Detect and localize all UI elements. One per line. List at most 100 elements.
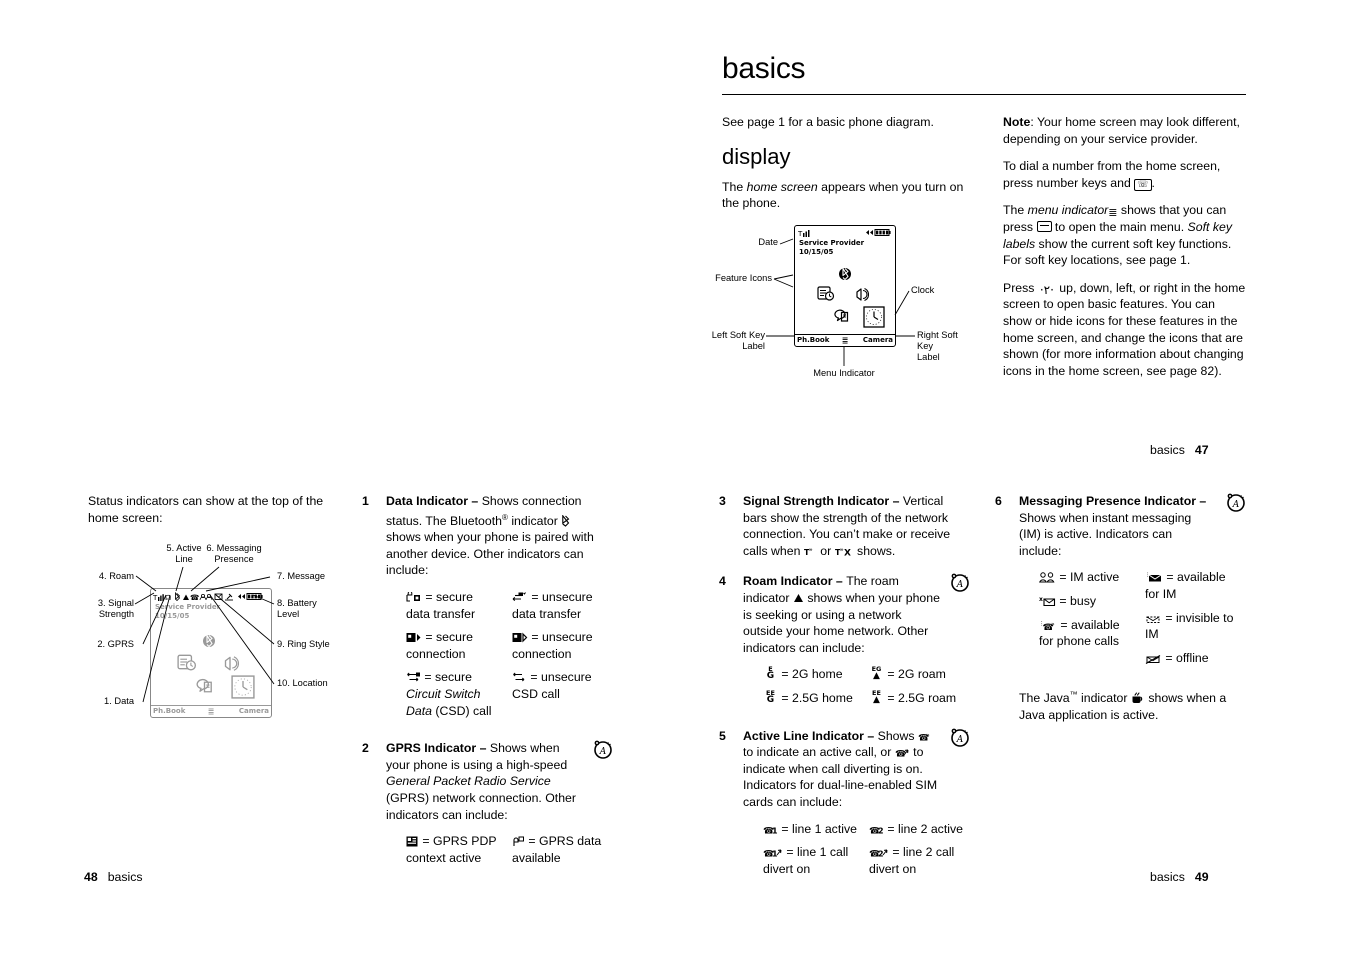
key-label: = secure	[424, 670, 472, 685]
key-gprs-data-available: = GPRS data available	[512, 833, 606, 866]
item-dash: –	[1196, 494, 1207, 508]
home-screen-term: home screen	[746, 179, 818, 194]
menu-text-d: show the current soft key functions. For…	[1003, 236, 1232, 268]
unsecure-data-transfer-icon	[512, 590, 528, 604]
indicator-item-5: 5 A Active Line Indicator – Shows ☎» to …	[719, 728, 969, 885]
indicator-key-list-6: = IM active x = busy ⋮ ☎» = available for…	[1019, 569, 1239, 673]
offline-icon	[1145, 651, 1162, 665]
item-dash: –	[468, 494, 482, 508]
item-number: 3	[719, 494, 726, 508]
key-line-1-active: ☎ 1 = line 1 active	[763, 821, 857, 838]
page-title: basics	[722, 52, 806, 85]
java-text-b: indicator	[1077, 691, 1131, 706]
callout-9-ring-style: 9. Ring Style	[277, 639, 330, 650]
key-unsecure-data-transfer: = unsecure data transfer	[512, 589, 606, 622]
available-for-im-icon: ⋮	[1145, 570, 1163, 584]
item-body: Roam Indicator – The roam indicator show…	[743, 573, 963, 656]
key-25g-roam: ΕΕ ▲ = 2.5G roam	[869, 690, 963, 707]
roam-triangle-icon	[793, 591, 804, 605]
page-47-column-left: See page 1 for a basic phone diagram. di…	[712, 114, 966, 390]
dial-text-a: To dial a number from the home screen, p…	[1003, 159, 1221, 190]
item-text-b: or	[816, 543, 835, 558]
item-text-b: indicator	[507, 513, 562, 528]
menu-indicator-glyph: ≣	[1108, 206, 1118, 220]
item-text-b: to indicate an active call, or	[743, 745, 895, 760]
callout-10-location: 10. Location	[277, 678, 328, 689]
key-available-for-im: ⋮ = available for IM	[1145, 569, 1239, 602]
callout-6-messaging: 6. Messaging Presence	[206, 543, 262, 565]
key-label: = GPRS PDP context active	[406, 834, 497, 865]
callout-7-message: 7. Message	[277, 571, 326, 582]
item-body: Active Line Indicator – Shows ☎» to indi…	[743, 728, 963, 811]
bluetooth-glyph-icon	[561, 513, 570, 528]
intro-paragraph: See page 1 for a basic phone diagram.	[722, 115, 934, 129]
key-column-right: ☎ 2 = line 2 active ☎ 2 = line 2 call dive…	[869, 821, 963, 885]
secure-csd-call-icon	[406, 670, 421, 684]
key-column-right: ⋮ = available for IM = invisible to IM =…	[1145, 569, 1239, 673]
status-indicator-diagram: T ☊ ☎ Service Provider 10/15/05 Ph.Book …	[88, 543, 332, 724]
svg-text:1: 1	[772, 826, 778, 835]
gprs-data-available-icon	[512, 834, 525, 848]
item-title: Active Line Indicator	[743, 728, 864, 743]
key-offline: = offline	[1145, 650, 1239, 667]
unsecure-connection-icon	[512, 630, 528, 644]
menu-text-c: to open the main menu.	[1051, 219, 1188, 234]
svg-text:A: A	[599, 747, 607, 757]
call-divert-icon: ☎	[895, 745, 910, 760]
line-2-active-icon: ☎ 2	[869, 822, 884, 836]
25g-home-icon: ΕΕ G	[766, 688, 775, 705]
key-label: = 2G roam	[887, 667, 946, 682]
key-2g-home: ΕG = 2G home	[763, 666, 857, 683]
active-call-icon: ☎»	[918, 729, 932, 744]
key-busy: x = busy	[1039, 593, 1133, 610]
invisible-to-im-icon	[1145, 611, 1162, 625]
note-paragraph: Note: Your home screen may look differen…	[1003, 114, 1246, 147]
key-invisible-to-im: = invisible to IM	[1145, 610, 1239, 643]
indicator-list-column-3: 3 Signal Strength Indicator – Vertical b…	[719, 493, 969, 898]
item-body: Messaging Presence Indicator – Shows when…	[1019, 493, 1239, 559]
gprs-pdp-context-icon	[406, 834, 419, 848]
item-text-a: Shows when instant messaging (IM) is act…	[1019, 510, 1192, 558]
key-label: = offline	[1165, 650, 1209, 665]
key-secure-data-transfer: = secure data transfer	[406, 589, 500, 622]
folio-page-49: basics 49	[1140, 870, 1209, 884]
key-unsecure-connection: = unsecure connection	[512, 629, 606, 662]
callout-2-gprs: 2. GPRS	[97, 639, 134, 650]
item-dash: –	[863, 728, 878, 743]
key-column-left: = secure data transfer = secure connecti…	[406, 589, 500, 722]
java-coffee-cup-icon	[1131, 691, 1145, 705]
svg-text:2: 2	[878, 826, 884, 835]
navigation-paragraph: Press ·۲· up, down, left, or right in th…	[1003, 280, 1246, 380]
key-secure-csd-call: = secure Circuit Switch Data (CSD) call	[406, 669, 500, 719]
key-label: = line 2 active	[887, 821, 963, 836]
note-label: Note	[1003, 115, 1031, 129]
item-body: Data Indicator – Shows connection status…	[386, 493, 606, 579]
25g-roam-icon: ΕΕ ▲	[872, 688, 881, 705]
annotation-marker-icon: A	[1225, 491, 1247, 513]
item-title: GPRS Indicator	[386, 741, 477, 756]
item-title: Messaging Presence Indicator	[1019, 494, 1197, 508]
callout-3-signal-strength: 3. Signal Strength	[97, 598, 134, 620]
page-47-columns: See page 1 for a basic phone diagram. di…	[712, 114, 1246, 390]
key-line-1-divert: ☎ 1 = line 1 call divert on	[763, 844, 857, 877]
item-dash: –	[832, 574, 847, 589]
callout-8-battery-level: 8. Battery Level	[277, 598, 317, 620]
diagram-label-date: Date	[758, 236, 778, 247]
item-number: 4	[719, 574, 726, 589]
java-indicator-paragraph: The Java™ indicator shows when a Java ap…	[1019, 687, 1239, 723]
title-rule	[722, 94, 1246, 95]
available-for-calls-icon: ⋮ ☎»	[1039, 618, 1057, 633]
item-number: 2	[362, 741, 369, 756]
folio-label: basics	[107, 870, 143, 884]
2g-home-icon: ΕG	[766, 665, 775, 682]
svg-text:1: 1	[772, 850, 778, 859]
home-screen-text-a: The	[722, 179, 747, 194]
callout-4-roam: 4. Roam	[98, 571, 134, 582]
csd-tail-text: (CSD) call	[431, 703, 492, 718]
menu-key-icon	[1036, 220, 1052, 232]
key-column-left: = IM active x = busy ⋮ ☎» = available for…	[1039, 569, 1133, 673]
item-dash: –	[889, 494, 903, 508]
diagram-label-clock: Clock	[911, 284, 935, 295]
trademark-mark: ™	[1069, 690, 1078, 700]
svg-text:A: A	[956, 580, 964, 590]
